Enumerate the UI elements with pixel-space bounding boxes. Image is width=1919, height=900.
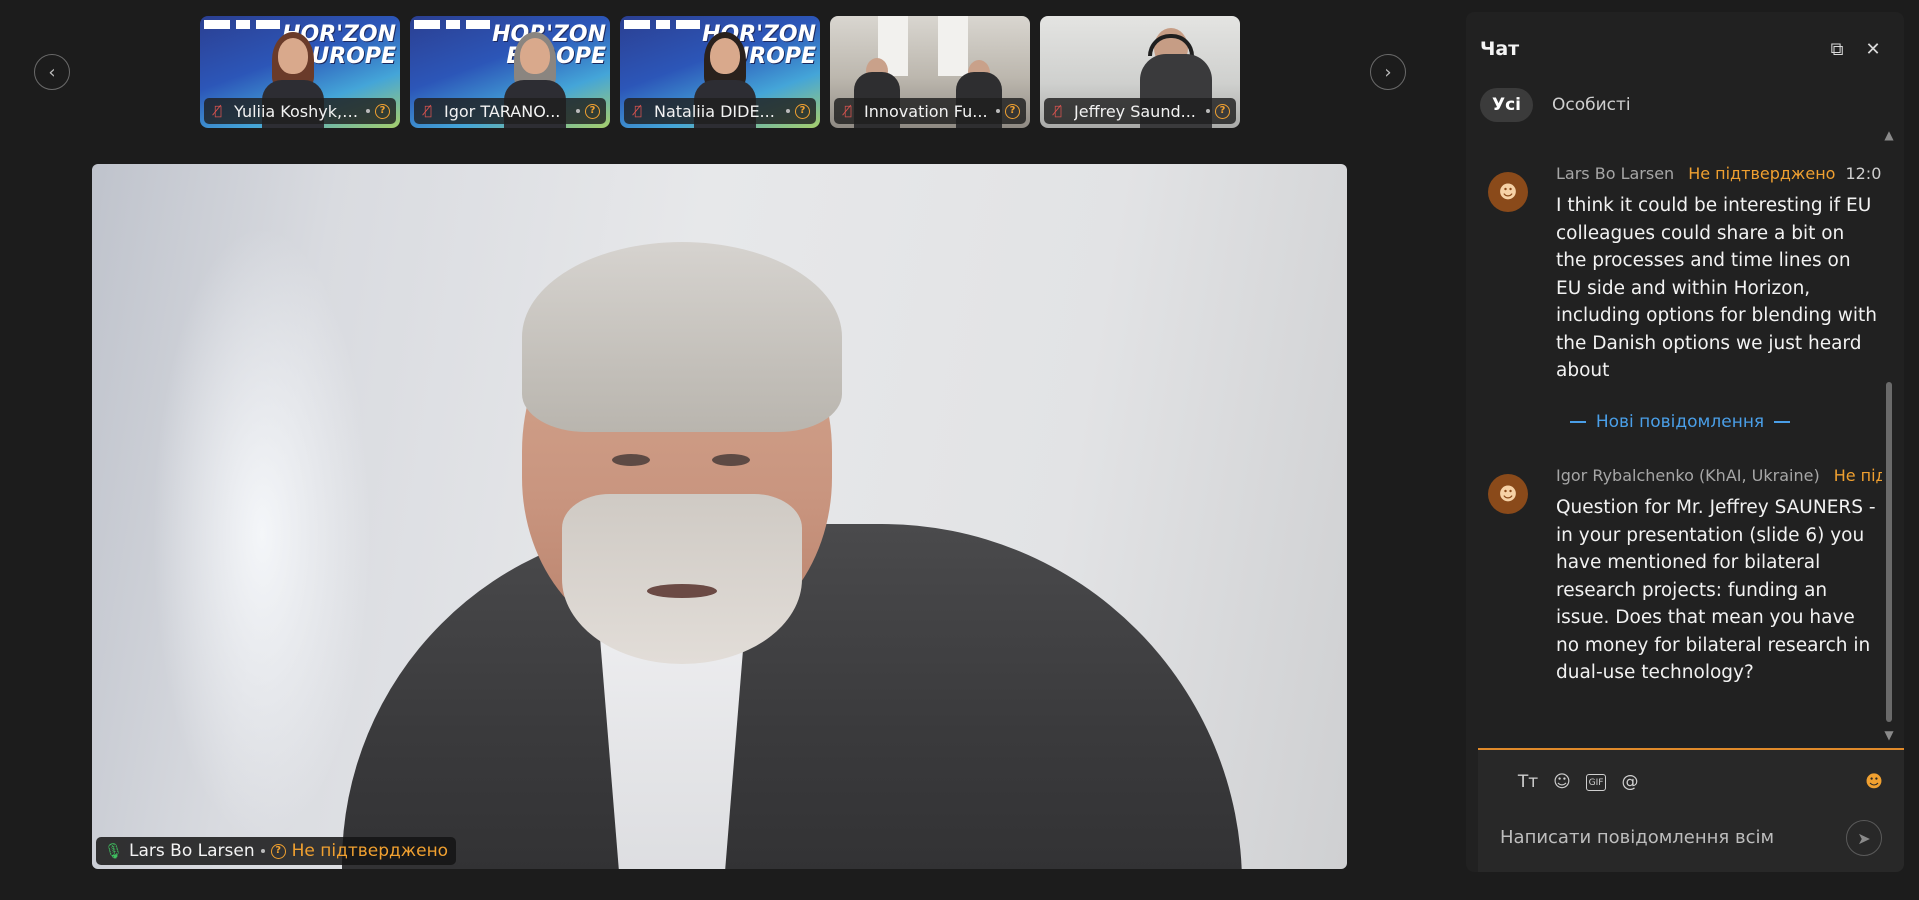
close-icon: ✕ — [1865, 38, 1881, 60]
tab-private[interactable]: Особисті — [1540, 88, 1643, 122]
speaker-eye — [712, 454, 750, 466]
unverified-icon: ? — [270, 843, 286, 859]
participant-name: Jeffrey Saund... — [1074, 101, 1196, 121]
participant-name: Igor TARANO... — [444, 101, 561, 121]
mic-muted-icon: 🎙̸ — [424, 103, 432, 119]
mention-button[interactable]: @ — [1618, 770, 1642, 794]
popout-chat-button[interactable]: ⧉ — [1826, 38, 1848, 60]
mic-muted-icon: 🎙̸ — [214, 103, 222, 119]
separator-dot — [576, 109, 580, 113]
participant-tile-2[interactable]: HOR'ZON EUROPE 🎙̸ Igor TARANO... ? — [410, 16, 610, 128]
user-avatar-icon: ☻ — [1488, 172, 1528, 212]
participant-name: Yuliia Koshyk, ... — [234, 101, 361, 121]
poster-logos — [414, 20, 490, 29]
gif-button[interactable]: GIF — [1586, 774, 1606, 791]
headphones — [1148, 34, 1194, 56]
participant-label: 🎙̸ Igor TARANO... ? — [414, 98, 606, 124]
poster-logos — [204, 20, 280, 29]
message-status: Не підт — [1833, 466, 1882, 485]
speaker-hair — [522, 242, 842, 432]
participant-label: 🎙̸ Innovation Fu... ? — [834, 98, 1026, 124]
unverified-icon: ? — [795, 103, 810, 119]
close-chat-button[interactable]: ✕ — [1862, 38, 1884, 60]
participant-tile-3[interactable]: HOR'ZON EUROPE 🎙̸ Nataliia DIDE... ? — [620, 16, 820, 128]
text-format-icon: Tт — [1517, 772, 1539, 792]
format-text-button[interactable]: Tт — [1516, 770, 1540, 794]
speaker-status: Не підтверджено — [291, 841, 449, 861]
chat-message-input[interactable] — [1500, 820, 1820, 854]
participant-tile-1[interactable]: HOR'ZON EUROPE 🎙̸ Yuliia Koshyk, ... ? — [200, 16, 400, 128]
participant-label: 🎙̸ Nataliia DIDE... ? — [624, 98, 816, 124]
next-participants-button[interactable]: › — [1370, 54, 1406, 90]
message-meta: Lars Bo Larsen Не підтверджено 12:04 — [1556, 164, 1882, 183]
user-avatar-icon: ☻ — [1488, 474, 1528, 514]
unverified-icon: ? — [585, 103, 600, 119]
scroll-down-button[interactable]: ▼ — [1882, 728, 1896, 742]
emoji-button[interactable]: ☺ — [1550, 770, 1574, 794]
participant-tile-5[interactable]: 🎙̸ Jeffrey Saund... ? — [1040, 16, 1240, 128]
separator-dot — [366, 109, 370, 113]
new-messages-divider: Нові повідомлення — [1478, 412, 1882, 432]
chat-title: Чат — [1480, 38, 1520, 60]
participant-label: 🎙̸ Yuliia Koshyk, ... ? — [204, 98, 396, 124]
main-speaker-video[interactable]: 🎙 Lars Bo Larsen ? Не підтверджено — [92, 164, 1347, 869]
gif-icon: GIF — [1588, 777, 1604, 788]
mention-icon: @ — [1621, 772, 1639, 792]
unverified-icon: ? — [1215, 103, 1230, 119]
message-sender: Lars Bo Larsen — [1556, 164, 1675, 183]
speaker-label: 🎙 Lars Bo Larsen ? Не підтверджено — [96, 837, 457, 865]
participant-tile-4[interactable]: 🎙̸ Innovation Fu... ? — [830, 16, 1030, 128]
message-text: Question for Mr. Jeffrey SAUNERS - in yo… — [1556, 497, 1876, 683]
speaker-beard — [562, 494, 802, 664]
emoji-icon: ☺ — [1553, 772, 1571, 792]
speaker-mouth — [647, 584, 717, 598]
chevron-left-icon: ‹ — [48, 61, 56, 83]
message-sender: Igor Rybalchenko (KhAI, Ukraine) — [1556, 466, 1820, 485]
chat-scrollbar[interactable] — [1886, 132, 1892, 748]
poster-logos — [624, 20, 700, 29]
participant-name: Innovation Fu... — [864, 101, 988, 121]
separator-dot — [1206, 109, 1210, 113]
mic-on-icon: 🎙 — [104, 842, 124, 860]
scrollbar-thumb[interactable] — [1886, 382, 1892, 722]
speaker-name: Lars Bo Larsen — [129, 841, 255, 861]
unverified-icon: ? — [1005, 103, 1020, 119]
divider-line — [1774, 421, 1791, 423]
separator-dot — [260, 849, 265, 853]
tab-all[interactable]: Усі — [1480, 88, 1534, 122]
separator-dot — [996, 109, 1000, 113]
message-composer: Tт ☺ GIF @ ☻ ➤ — [1478, 748, 1904, 872]
unverified-icon: ? — [375, 103, 390, 119]
chat-panel: Чат ⧉ ✕ Усі Особисті ▲ ▼ ☻ Lars Bo Larse… — [1466, 12, 1904, 872]
participant-name: Nataliia DIDE... — [654, 101, 775, 121]
mic-muted-icon: 🎙̸ — [1054, 103, 1062, 119]
send-message-button[interactable]: ➤ — [1846, 820, 1882, 856]
prev-participants-button[interactable]: ‹ — [34, 54, 70, 90]
message-meta: Igor Rybalchenko (KhAI, Ukraine) Не підт — [1556, 466, 1882, 485]
speaker-eye — [612, 454, 650, 466]
message-list: ☻ Lars Bo Larsen Не підтверджено 12:04 I… — [1478, 130, 1882, 750]
participant-label: 🎙̸ Jeffrey Saund... ? — [1044, 98, 1236, 124]
popout-icon: ⧉ — [1830, 38, 1844, 60]
send-icon: ➤ — [1857, 828, 1871, 848]
separator-dot — [786, 109, 790, 113]
meeting-window: ‹ › HOR'ZON EUROPE 🎙̸ Yuliia Koshyk, ...… — [0, 0, 1919, 900]
user-warning-icon: ☻ — [1865, 772, 1883, 792]
message-text: I think it could be interesting if EU co… — [1556, 195, 1877, 381]
chevron-right-icon: › — [1384, 61, 1392, 83]
message-status: Не підтверджено — [1688, 164, 1836, 183]
window-pane — [938, 16, 968, 76]
divider-line — [1569, 421, 1586, 423]
message-time: 12:04 — [1845, 164, 1882, 183]
anonymous-user-button[interactable]: ☻ — [1862, 770, 1886, 794]
window-light — [152, 224, 372, 844]
mic-muted-icon: 🎙̸ — [844, 103, 852, 119]
mic-muted-icon: 🎙̸ — [634, 103, 642, 119]
new-messages-label: Нові повідомлення — [1595, 412, 1765, 432]
